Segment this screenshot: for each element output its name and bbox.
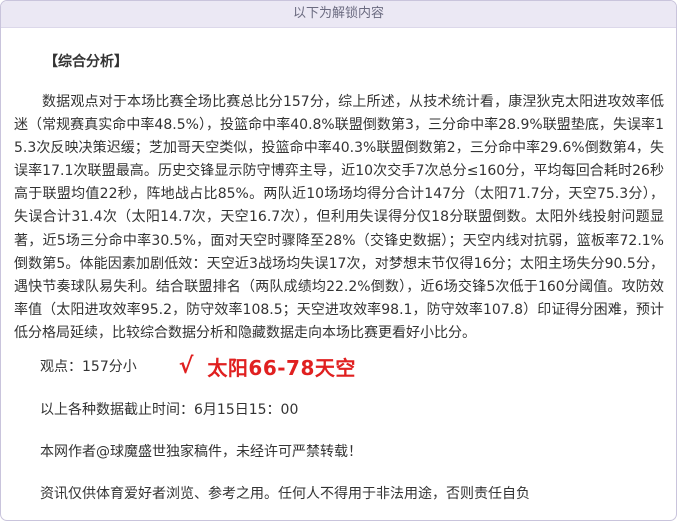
checkmark-icon: √ — [178, 353, 194, 379]
section-title: 【综合分析】 — [44, 54, 128, 70]
unlocked-content-card: 以下为解锁内容 【综合分析】 数据观点对于本场比赛全场比赛总比分157分，综上所… — [0, 0, 677, 521]
author-copyright-note: 本网作者@球魔盛世独家稿件，未经许可严禁转载！ — [40, 444, 362, 460]
prediction-label: 观点：157分小 — [40, 359, 137, 375]
analysis-paragraph: 数据观点对于本场比赛全场比赛总比分157分，综上所述，从技术统计看，康涅狄克太阳… — [14, 94, 664, 341]
disclaimer-text: 资讯仅供体育爱好者浏览、参考之用。任何人不得用于非法用途，否则责任自负 — [40, 486, 530, 502]
prediction-row: 观点：157分小 √ 太阳66-78天空 — [40, 349, 356, 383]
final-score-result: 太阳66-78天空 — [207, 355, 356, 380]
data-cutoff-time: 以上各种数据截止时间：6月15日15：00 — [40, 402, 299, 418]
unlocked-content-banner: 以下为解锁内容 — [1, 1, 676, 28]
